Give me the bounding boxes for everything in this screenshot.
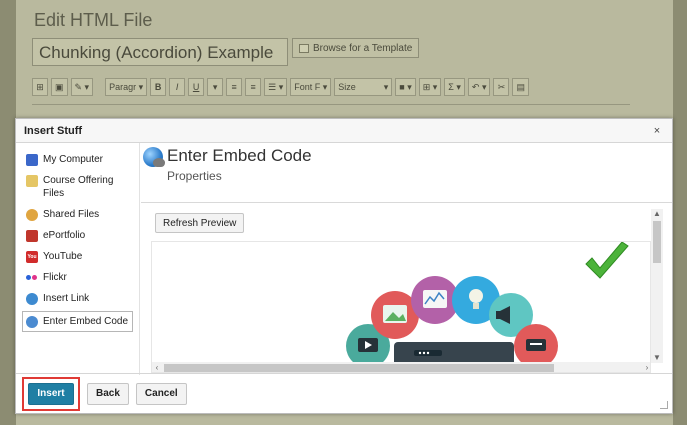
- paragraph-select[interactable]: Paragr ▾: [105, 78, 148, 96]
- youtube-icon: You: [26, 251, 38, 263]
- list-icon[interactable]: ☰ ▾: [264, 78, 288, 96]
- eportfolio-icon: [26, 230, 38, 242]
- sidebar-item-label: YouTube: [43, 251, 83, 262]
- sidebar-item-label: Course Offering Files: [43, 175, 114, 199]
- font-size-select[interactable]: Size ▾: [334, 78, 393, 96]
- embed-preview: ‹ ›: [151, 241, 651, 373]
- undo-icon[interactable]: ↶ ▾: [467, 78, 491, 96]
- sidebar-item-label: Flickr: [43, 272, 67, 283]
- underline-button[interactable]: U: [188, 78, 205, 96]
- sidebar-item-label: Shared Files: [43, 209, 100, 220]
- editor-area[interactable]: [32, 104, 630, 118]
- sidebar-item-flickr[interactable]: Flickr: [22, 267, 133, 288]
- preview-illustration: [346, 242, 629, 372]
- sidebar-item-label: Enter Embed Code: [43, 316, 129, 327]
- scroll-thumb[interactable]: [653, 221, 661, 263]
- paste-icon[interactable]: ▤: [512, 78, 529, 96]
- sidebar-item-enter-embed-code[interactable]: Enter Embed Code: [22, 311, 133, 332]
- resize-handle[interactable]: [660, 401, 668, 409]
- sidebar-item-label: Insert Link: [43, 293, 90, 304]
- vertical-scrollbar[interactable]: ▲ ▼: [651, 209, 663, 363]
- dialog-footer: Insert Back Cancel: [16, 373, 672, 413]
- embed-heading: Enter Embed Code: [167, 146, 312, 165]
- align-center-icon[interactable]: ≡: [245, 78, 262, 96]
- back-button[interactable]: Back: [87, 382, 129, 405]
- scroll-left-icon[interactable]: ‹: [152, 362, 162, 372]
- scroll-thumb[interactable]: [164, 364, 554, 372]
- properties-label: Properties: [167, 169, 222, 183]
- font-family-select[interactable]: Font F ▾: [290, 78, 332, 96]
- sidebar-item-course-offering-files[interactable]: Course Offering Files: [22, 170, 133, 204]
- equation-icon[interactable]: Σ ▾: [444, 78, 465, 96]
- properties-scroll-area[interactable]: Refresh Preview ‹ › ▲ ▼: [151, 209, 663, 373]
- browse-template-label: Browse for a Template: [313, 42, 413, 54]
- folder-icon: [26, 175, 38, 187]
- bold-button[interactable]: B: [150, 78, 167, 96]
- flickr-icon: [26, 272, 38, 284]
- editor-toolbar: ⊞ ▣ ✎ ▾ Paragr ▾ B I U ▾ ≡ ≡ ☰ ▾ Font F …: [32, 74, 628, 100]
- scroll-right-icon[interactable]: ›: [642, 362, 650, 372]
- dialog-header: Insert Stuff ×: [16, 119, 672, 143]
- underline-dropdown-icon[interactable]: ▾: [207, 78, 224, 96]
- close-icon[interactable]: ×: [650, 125, 664, 137]
- sidebar-item-label: ePortfolio: [43, 230, 86, 241]
- dialog-title: Insert Stuff: [24, 124, 83, 137]
- dialog-body: My Computer Course Offering Files Shared…: [16, 143, 672, 375]
- horizontal-scrollbar[interactable]: ‹ ›: [152, 362, 650, 372]
- checkmark-icon: [585, 242, 629, 279]
- sidebar-item-eportfolio[interactable]: ePortfolio: [22, 225, 133, 246]
- left-margin: [0, 0, 16, 425]
- text-color-icon[interactable]: ■ ▾: [395, 78, 416, 96]
- align-left-icon[interactable]: ≡: [226, 78, 243, 96]
- sidebar-item-insert-link[interactable]: Insert Link: [22, 288, 133, 309]
- sidebar-item-shared-files[interactable]: Shared Files: [22, 204, 133, 225]
- shared-files-icon: [26, 209, 38, 221]
- insert-stuff-dialog: Insert Stuff × My Computer Course Offeri…: [15, 118, 673, 414]
- source-icon[interactable]: ⊞: [32, 78, 48, 96]
- computer-icon: [26, 154, 38, 166]
- scroll-up-icon[interactable]: ▲: [651, 209, 663, 219]
- embed-icon: [26, 316, 38, 328]
- link-icon: [26, 293, 38, 305]
- refresh-preview-button[interactable]: Refresh Preview: [155, 213, 245, 233]
- embed-content-panel: Enter Embed Code Properties Refresh Prev…: [141, 143, 672, 375]
- browse-template-button[interactable]: Browse for a Template: [292, 38, 420, 58]
- right-margin: [673, 0, 687, 425]
- embed-globe-icon: [143, 147, 165, 167]
- cancel-button[interactable]: Cancel: [135, 382, 187, 405]
- insert-sources-sidebar: My Computer Course Offering Files Shared…: [16, 143, 140, 375]
- image-icon[interactable]: ▣: [51, 78, 68, 96]
- insert-highlight: Insert: [22, 376, 80, 411]
- italic-button[interactable]: I: [169, 78, 186, 96]
- insert-button[interactable]: Insert: [28, 382, 74, 405]
- page-title: Edit HTML File: [34, 10, 153, 30]
- template-icon: [299, 43, 309, 53]
- table-icon[interactable]: ⊞ ▾: [418, 78, 442, 96]
- filename-input[interactable]: Chunking (Accordion) Example: [32, 38, 288, 66]
- insert-stuff-icon[interactable]: ✎ ▾: [70, 78, 94, 96]
- sidebar-item-my-computer[interactable]: My Computer: [22, 149, 133, 170]
- sidebar-item-youtube[interactable]: You YouTube: [22, 246, 133, 267]
- scroll-down-icon[interactable]: ▼: [651, 353, 663, 363]
- cut-icon[interactable]: ✂: [493, 78, 510, 96]
- sidebar-item-label: My Computer: [43, 154, 104, 165]
- content-header: Enter Embed Code Properties: [141, 143, 672, 203]
